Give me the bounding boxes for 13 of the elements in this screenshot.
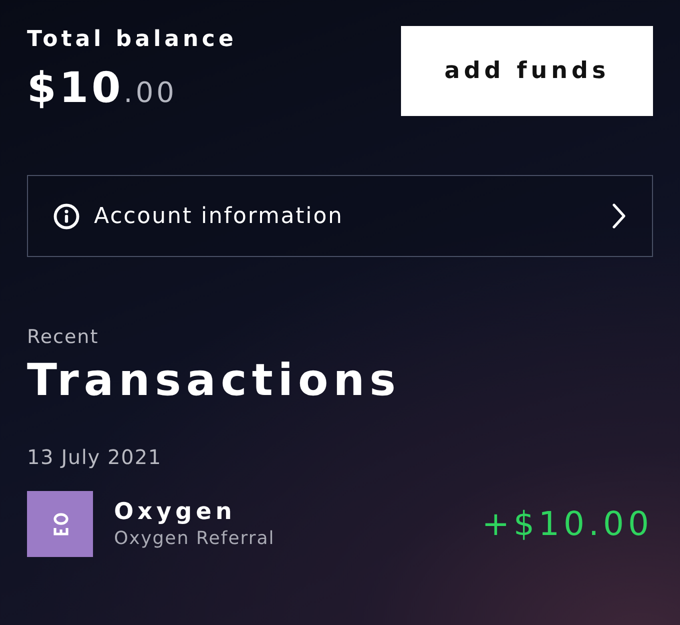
account-information-link[interactable]: Account information	[27, 175, 653, 257]
merchant-logo-icon	[27, 491, 93, 557]
recent-label: Recent	[27, 325, 100, 349]
transaction-date: 13 July 2021	[27, 445, 163, 469]
add-funds-button[interactable]: add funds	[401, 26, 653, 116]
info-icon	[53, 202, 80, 230]
balance-label: Total balance	[27, 27, 237, 53]
transaction-title: Oxygen	[114, 498, 237, 526]
transaction-subtitle: Oxygen Referral	[114, 526, 276, 550]
transaction-amount: +$10.00	[482, 504, 653, 544]
transactions-heading: Transactions	[27, 355, 402, 407]
chevron-right-icon	[612, 203, 626, 229]
balance-amount: $10.00	[27, 65, 178, 114]
